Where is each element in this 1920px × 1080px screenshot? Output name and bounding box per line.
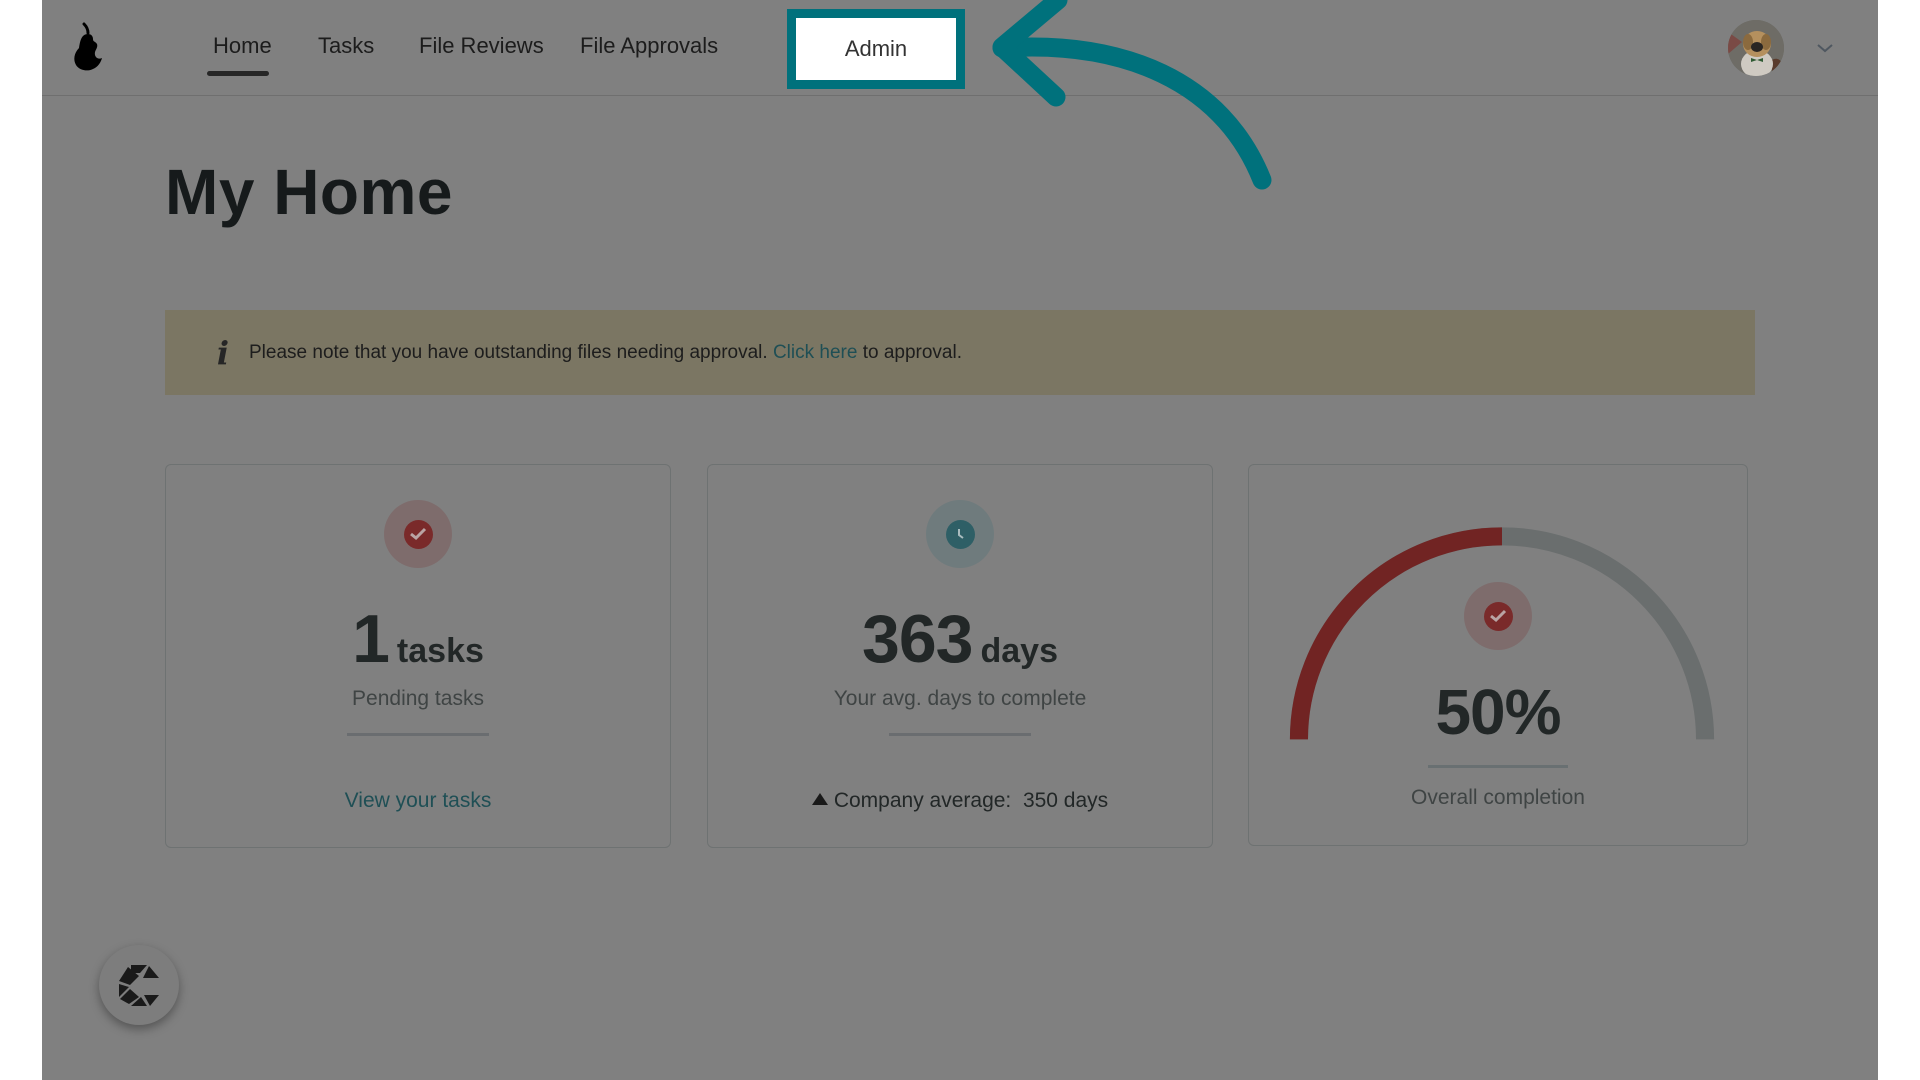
pending-tasks-count: 1: [352, 601, 390, 677]
nav-tab-admin[interactable]: Admin: [787, 9, 965, 89]
triangle-up-icon: [811, 793, 828, 805]
nav-tab-file-approvals[interactable]: File Approvals: [580, 33, 718, 59]
banner-text-before: Please note that you have outstanding fi…: [249, 341, 768, 363]
chevron-down-icon[interactable]: [1816, 42, 1834, 54]
chat-widget-button[interactable]: [99, 945, 179, 1025]
pending-tasks-value: 1 tasks: [166, 600, 670, 678]
active-tab-indicator: [207, 71, 269, 76]
company-average-value: 350 days: [1022, 789, 1109, 812]
avg-days-number: 363: [862, 601, 973, 677]
check-circle-icon: [1490, 609, 1507, 623]
completion-badge: [1464, 582, 1532, 650]
top-navigation: Home Tasks File Reviews File Approvals A…: [42, 0, 1878, 96]
page-title: My Home: [165, 156, 453, 228]
pending-tasks-label: Pending tasks: [352, 687, 484, 710]
pear-logo-icon[interactable]: [70, 22, 106, 72]
overall-completion-card: 50% Overall completion: [1248, 464, 1748, 846]
divider: [347, 733, 489, 736]
avg-days-value: 363 days: [708, 600, 1212, 678]
chat-widget-logo-icon: [119, 965, 159, 1006]
banner-text-after: to approval.: [862, 341, 962, 363]
user-avatar[interactable]: [1728, 20, 1784, 76]
banner-message: Please note that you have outstanding fi…: [249, 342, 962, 364]
clock-icon: [958, 529, 964, 539]
tasks-badge: [384, 500, 452, 568]
nav-tab-admin-label: Admin: [844, 36, 908, 61]
banner-click-here-link[interactable]: Click here: [773, 342, 857, 363]
avatar-photo-icon: [1728, 20, 1784, 76]
completion-percent: 50%: [1435, 676, 1561, 748]
avg-days-card: 363 days Your avg. days to complete Compa…: [707, 464, 1213, 848]
company-average: Company average: 350 days: [708, 789, 1212, 813]
avg-days-unit: days: [980, 632, 1058, 670]
nav-tab-tasks[interactable]: Tasks: [318, 33, 374, 59]
pending-tasks-card: 1 tasks Pending tasks View your tasks: [165, 464, 671, 848]
company-average-label: Company average:: [833, 789, 1012, 812]
approval-notice-banner: i Please note that you have outstanding …: [165, 310, 1755, 395]
nav-tab-file-reviews[interactable]: File Reviews: [419, 33, 544, 59]
app-screen: Home Tasks File Reviews File Approvals A…: [42, 0, 1878, 1080]
pending-tasks-unit: tasks: [396, 632, 484, 670]
divider: [1428, 765, 1568, 768]
view-your-tasks-link[interactable]: View your tasks: [345, 789, 492, 812]
nav-tab-home[interactable]: Home: [213, 33, 272, 59]
completion-label: Overall completion: [1411, 786, 1585, 809]
days-badge: [926, 500, 994, 568]
check-circle-icon: [410, 527, 427, 541]
avg-days-label: Your avg. days to complete: [833, 687, 1087, 710]
divider: [889, 733, 1031, 736]
info-icon: i: [216, 333, 230, 372]
